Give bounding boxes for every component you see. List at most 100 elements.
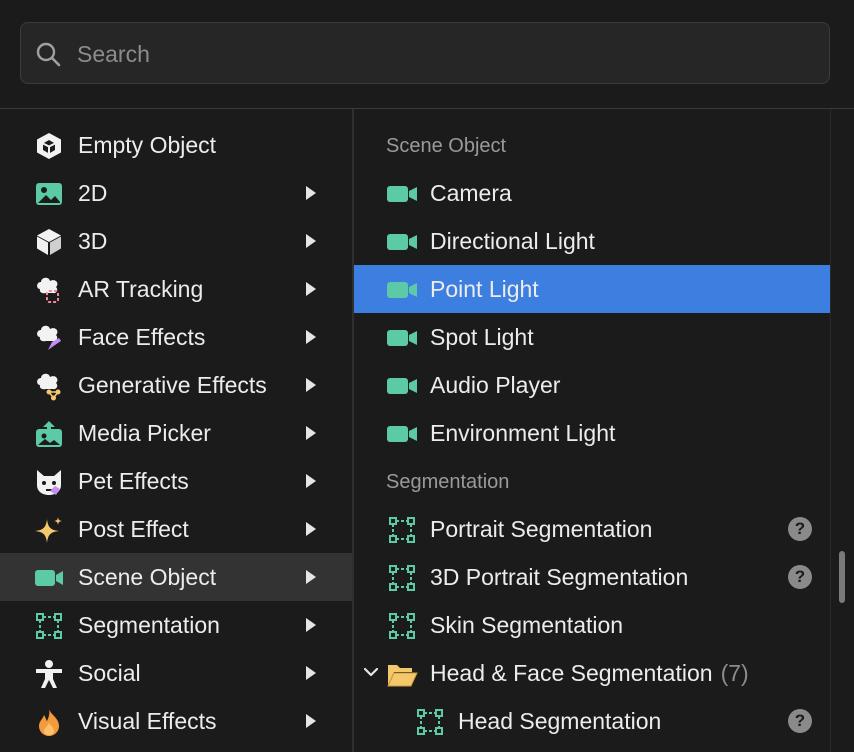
segmentation-icon (36, 613, 62, 639)
camera-icon (387, 378, 417, 394)
folder-label: Head & Face Segmentation (7) (430, 649, 749, 697)
segmentation-icon (389, 517, 415, 543)
folder-name: Head & Face Segmentation (430, 660, 713, 686)
search-box[interactable] (20, 22, 830, 85)
submenu-item-label: Portrait Segmentation (430, 516, 653, 542)
folder-open-icon (387, 665, 418, 687)
submenu-arrow-icon (306, 282, 316, 296)
camera-icon (387, 234, 417, 250)
category-item-post-effect[interactable]: Post Effect (0, 505, 352, 553)
submenu-item-label: Camera (430, 180, 512, 206)
submenu-item-label: Point Light (430, 276, 539, 302)
category-label: Scene Object (78, 564, 217, 590)
submenu-item-spot-light[interactable]: Spot Light (354, 313, 830, 361)
category-item-scene-object[interactable]: Scene Object (0, 553, 352, 601)
category-label: Generative Effects (78, 372, 267, 398)
person-icon (36, 660, 62, 688)
submenu-item-label: Head Segmentation (458, 708, 662, 734)
submenu-item-camera[interactable]: Camera (354, 169, 830, 217)
category-item-generative-effects[interactable]: Generative Effects (0, 361, 352, 409)
category-item-pet-effects[interactable]: Pet Effects (0, 457, 352, 505)
submenu-arrow-icon (306, 426, 316, 440)
submenu-arrow-icon (306, 570, 316, 584)
category-label: Empty Object (78, 132, 217, 158)
submenu-item-point-light[interactable]: Point Light (354, 265, 830, 313)
folder-head-face-segmentation[interactable]: Head & Face Segmentation (7) (354, 649, 830, 697)
cube-icon (37, 229, 61, 255)
category-item-social[interactable]: Social (0, 649, 352, 697)
category-item-3d[interactable]: 3D (0, 217, 352, 265)
category-label: Post Effect (78, 516, 189, 542)
category-label: 3D (78, 228, 108, 254)
submenu-item-directional-light[interactable]: Directional Light (354, 217, 830, 265)
category-item-face-effects[interactable]: Face Effects (0, 313, 352, 361)
submenu-arrow-icon (306, 186, 316, 200)
category-item-ar-tracking[interactable]: AR Tracking (0, 265, 352, 313)
submenu-item-label: Skin Segmentation (430, 612, 624, 638)
category-label: Media Picker (78, 420, 211, 446)
submenu-arrow-icon (306, 522, 316, 536)
submenu-item-environment-light[interactable]: Environment Light (354, 409, 830, 457)
search-area (0, 0, 854, 109)
category-label: 2D (78, 180, 108, 206)
submenu-item-label: Directional Light (430, 228, 595, 254)
category-list: Empty Object 2D 3D AR Tracking Face Effe… (0, 109, 352, 752)
help-icon[interactable]: ? (788, 517, 812, 541)
category-label: AR Tracking (78, 276, 204, 302)
submenu-item-skin-segmentation[interactable]: Skin Segmentation (354, 601, 830, 649)
flame-icon (39, 709, 59, 736)
submenu-panel: Scene Object Camera Directional Light Po… (354, 109, 830, 752)
submenu-item-label: Audio Player (430, 372, 561, 398)
pet-effects-icon (37, 470, 61, 495)
submenu-arrow-icon (306, 330, 316, 344)
search-icon (36, 42, 61, 67)
ar-tracking-icon (37, 277, 59, 303)
help-icon[interactable]: ? (788, 565, 812, 589)
image-icon (36, 183, 62, 205)
cube-outline-icon (37, 133, 61, 159)
submenu-arrow-icon (306, 474, 316, 488)
sparkle-icon (35, 517, 62, 543)
chevron-down-icon[interactable] (362, 663, 380, 681)
media-picker-icon (36, 421, 62, 447)
face-effects-icon (37, 325, 61, 350)
submenu-item-label: 3D Portrait Segmentation (430, 564, 689, 590)
submenu-arrow-icon (306, 378, 316, 392)
segmentation-icon (389, 613, 415, 639)
generative-effects-icon (37, 373, 61, 401)
category-item-2d[interactable]: 2D (0, 169, 352, 217)
camera-icon (387, 426, 417, 442)
scrollbar[interactable] (830, 109, 854, 752)
camera-icon (387, 282, 417, 298)
category-item-segmentation[interactable]: Segmentation (0, 601, 352, 649)
camera-icon (387, 330, 417, 346)
segmentation-icon (417, 709, 443, 735)
category-item-empty-object[interactable]: Empty Object (0, 121, 352, 169)
category-item-visual-effects[interactable]: Visual Effects (0, 697, 352, 745)
submenu-arrow-icon (306, 618, 316, 632)
search-input[interactable] (75, 23, 819, 85)
submenu-item-portrait-segmentation[interactable]: Portrait Segmentation ? (354, 505, 830, 553)
category-label: Visual Effects (78, 708, 217, 734)
category-item-media-picker[interactable]: Media Picker (0, 409, 352, 457)
submenu-item-head-segmentation[interactable]: Head Segmentation ? (354, 697, 830, 745)
category-label: Segmentation (78, 612, 220, 638)
camera-icon (35, 570, 63, 586)
help-icon[interactable]: ? (788, 709, 812, 733)
segmentation-icon (389, 565, 415, 591)
folder-count: (7) (720, 660, 749, 686)
submenu-arrow-icon (306, 714, 316, 728)
category-label: Pet Effects (78, 468, 189, 494)
submenu-arrow-icon (306, 234, 316, 248)
submenu-item-audio-player[interactable]: Audio Player (354, 361, 830, 409)
submenu-item-label: Environment Light (430, 420, 616, 446)
section-title-segmentation: Segmentation (386, 471, 510, 493)
camera-icon (387, 186, 417, 202)
scrollbar-thumb[interactable] (839, 551, 845, 603)
category-label: Social (78, 660, 141, 686)
category-label: Face Effects (78, 324, 206, 350)
submenu-arrow-icon (306, 666, 316, 680)
submenu-item-label: Spot Light (430, 324, 534, 350)
submenu-item-3d-portrait-segmentation[interactable]: 3D Portrait Segmentation ? (354, 553, 830, 601)
section-title-scene-object: Scene Object (386, 135, 507, 157)
